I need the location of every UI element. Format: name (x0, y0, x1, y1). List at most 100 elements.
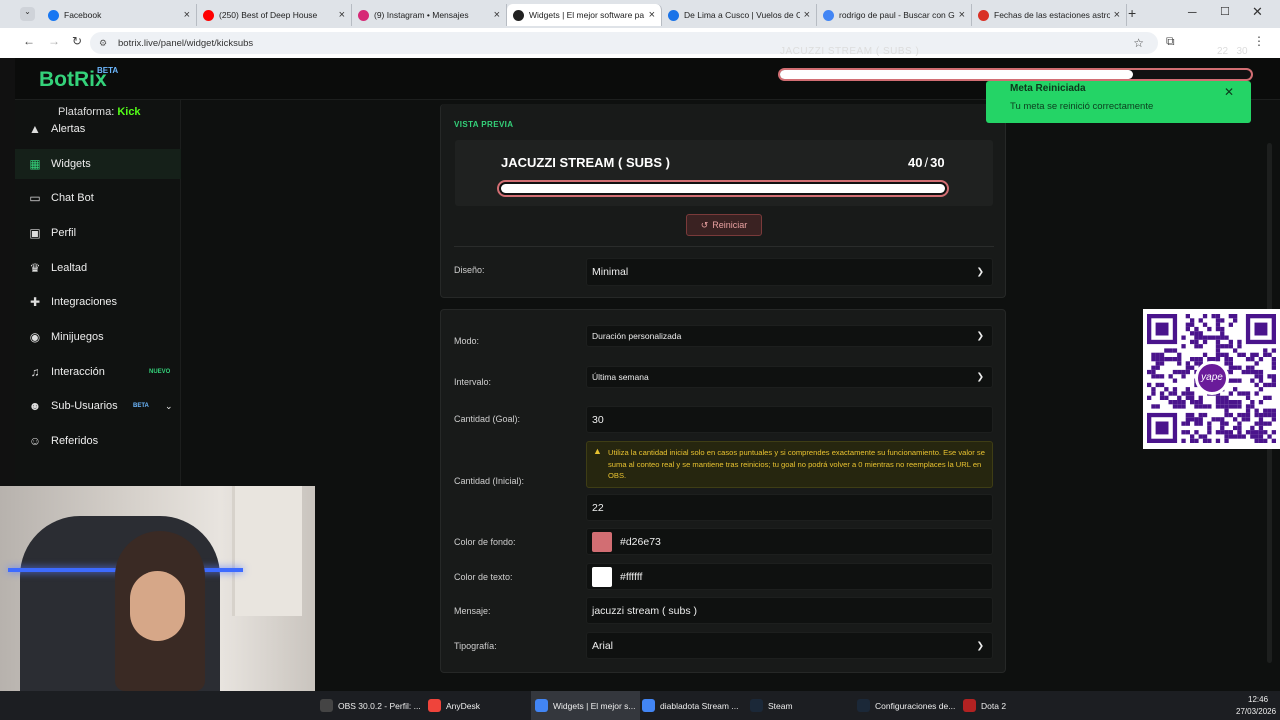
tab-title: (250) Best of Deep House (219, 10, 318, 20)
tab-close-icon[interactable]: × (804, 9, 810, 21)
sidebar-item-lealtad[interactable]: ♛ Lealtad (15, 253, 181, 283)
goal-count: 40/30 (908, 155, 945, 170)
yape-qr-code: yape (1143, 309, 1280, 449)
goal-amount-value: 30 (592, 413, 604, 426)
browser-tab[interactable]: rodrigo de paul - Buscar con G × (817, 4, 972, 26)
browser-tab[interactable]: Facebook × (42, 4, 197, 26)
chevron-down-icon[interactable]: ⌄ (165, 401, 173, 412)
browser-tab[interactable]: (9) Instagram • Mensajes × (352, 4, 507, 26)
bg-color-value: #d26e73 (620, 535, 661, 548)
tab-close-icon[interactable]: × (959, 9, 965, 21)
yape-logo: yape (1195, 361, 1229, 395)
app-icon (320, 699, 333, 712)
sidebar-item-minijuegos[interactable]: ◉ Minijuegos (15, 322, 181, 352)
goal-target: 30 (930, 155, 945, 170)
divider (454, 246, 994, 247)
text-color-input[interactable]: #ffffff (586, 563, 993, 590)
design-label: Diseño: (454, 265, 485, 275)
initial-amount-label: Cantidad (Inicial): (454, 476, 525, 486)
tab-favicon-icon (823, 9, 834, 21)
overlay-goal-count: 22 30 (1217, 46, 1248, 57)
sidebar-item-label: Alertas (51, 123, 86, 135)
browser-tab[interactable]: Widgets | El mejor software pa × (507, 4, 662, 26)
sidebar-item-label: Lealtad (51, 262, 88, 274)
bg-color-label: Color de fondo: (454, 537, 516, 547)
overlay-goal-bar (778, 68, 1253, 81)
browser-tab[interactable]: Fechas de las estaciones astro × (972, 4, 1127, 26)
bg-color-swatch[interactable] (592, 531, 612, 552)
address-bar: ← → ↻ ⚙ botrix.live/panel/widget/kicksub… (0, 28, 1280, 58)
new-tab-button[interactable]: + (1128, 5, 1136, 21)
text-color-swatch[interactable] (592, 566, 612, 587)
tab-close-icon[interactable]: × (184, 9, 190, 21)
mode-select[interactable]: Duración personalizada ❯ (586, 325, 993, 347)
reset-button[interactable]: ↺ Reiniciar (686, 214, 762, 236)
font-label: Tipografía: (454, 641, 497, 651)
message-input[interactable]: jacuzzi stream ( subs ) (586, 597, 993, 624)
taskbar-item[interactable]: OBS 30.0.2 - Perfil: ... (320, 691, 421, 720)
reload-icon[interactable]: ↻ (72, 34, 82, 48)
forward-icon[interactable]: → (48, 34, 60, 48)
tab-title: (9) Instagram • Mensajes (374, 10, 469, 20)
sidebar-item-integraciones[interactable]: ✚ Integraciones (15, 287, 181, 317)
reset-label: Reiniciar (712, 220, 748, 230)
tab-close-icon[interactable]: × (494, 9, 500, 21)
taskbar-item[interactable]: Dota 2 (963, 691, 1006, 720)
site-info-icon[interactable]: ⚙ (99, 38, 107, 49)
tab-search-button[interactable]: ⌄ (20, 7, 35, 21)
minimize-button[interactable]: ─ (1188, 5, 1197, 19)
sidebar-item-interacci-n[interactable]: ♫ Interacción NUEVO (15, 357, 181, 387)
initial-amount-value: 22 (592, 501, 604, 514)
tab-close-icon[interactable]: × (649, 9, 655, 21)
close-window-button[interactable]: ✕ (1252, 4, 1263, 20)
taskbar-item[interactable]: diabladota Stream ... (642, 691, 738, 720)
browser-tab[interactable]: (250) Best of Deep House × (197, 4, 352, 26)
toast-close-icon[interactable]: ✕ (1224, 85, 1234, 99)
taskbar-item-label: OBS 30.0.2 - Perfil: ... (338, 700, 421, 711)
reset-icon: ↺ (700, 219, 709, 230)
app-icon (535, 699, 548, 712)
initial-amount-input[interactable]: 22 (586, 494, 993, 521)
sidebar-item-chat-bot[interactable]: ▭ Chat Bot (15, 183, 181, 213)
design-value: Minimal (592, 266, 629, 278)
bg-color-input[interactable]: #d26e73 (586, 528, 993, 555)
sidebar-item-perfil[interactable]: ▣ Perfil (15, 218, 181, 248)
back-icon[interactable]: ← (23, 34, 35, 48)
taskbar-item-label: Steam (768, 700, 793, 711)
goal-title: JACUZZI STREAM ( SUBS ) (501, 155, 670, 170)
tab-close-icon[interactable]: × (339, 9, 345, 21)
sidebar-item-widgets[interactable]: ▦ Widgets (15, 149, 181, 179)
taskbar-item[interactable]: AnyDesk (428, 691, 480, 720)
sidebar-item-sub-usuarios[interactable]: ☻ Sub-Usuarios BETA ⌄ (15, 391, 181, 421)
menu-icon[interactable]: ⋮ (1253, 34, 1265, 48)
sidebar-item-alertas[interactable]: ▲ Alertas (15, 114, 181, 144)
new-badge: NUEVO (149, 369, 171, 375)
taskbar-item-label: Widgets | El mejor s... (553, 700, 636, 711)
taskbar-item[interactable]: Configuraciones de... (857, 691, 955, 720)
webcam-overlay (0, 486, 315, 691)
interval-select[interactable]: Última semana ❯ (586, 366, 993, 388)
url-text: botrix.live/panel/widget/kicksubs (118, 37, 254, 49)
success-toast: Meta Reiniciada Tu meta se reinició corr… (986, 81, 1251, 123)
users-icon: ☻ (28, 399, 42, 413)
extensions-icon[interactable]: ⧉ (1166, 34, 1175, 49)
mode-label: Modo: (454, 336, 480, 346)
tab-title: Widgets | El mejor software pa (529, 10, 645, 20)
warning-text: Utiliza la cantidad inicial solo en caso… (608, 448, 985, 481)
chevron-down-icon: ❯ (976, 266, 984, 277)
message-value: jacuzzi stream ( subs ) (592, 604, 698, 617)
maximize-button[interactable]: ☐ (1220, 5, 1230, 18)
goal-amount-input[interactable]: 30 (586, 406, 993, 433)
browser-tab[interactable]: De Lima a Cusco | Vuelos de C × (662, 4, 817, 26)
bookmark-star-icon[interactable]: ☆ (1133, 36, 1144, 50)
webcam-face (130, 571, 185, 641)
tab-close-icon[interactable]: × (1114, 9, 1120, 21)
sidebar-item-label: Integraciones (51, 296, 118, 308)
taskbar-item[interactable]: Widgets | El mejor s... (531, 691, 640, 720)
design-select[interactable]: Minimal ❯ (586, 258, 993, 286)
app-icon (857, 699, 870, 712)
sidebar-item-referidos[interactable]: ☺ Referidos (15, 426, 181, 456)
taskbar-item[interactable]: Steam (750, 691, 793, 720)
font-select[interactable]: Arial ❯ (586, 632, 993, 659)
url-field[interactable]: ⚙ botrix.live/panel/widget/kicksubs ☆ (90, 32, 1158, 54)
